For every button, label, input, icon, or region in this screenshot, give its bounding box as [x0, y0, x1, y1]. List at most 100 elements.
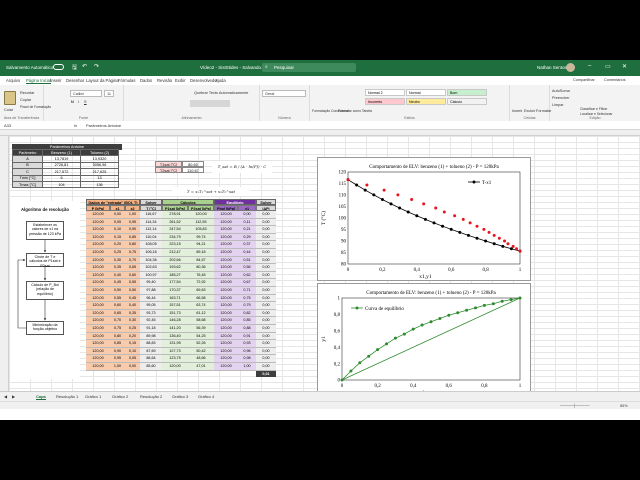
- table-cell[interactable]: 0,62: [238, 271, 256, 280]
- table-cell[interactable]: 151,73: [162, 309, 188, 318]
- table-cell[interactable]: 120,00: [214, 309, 238, 318]
- table-cell[interactable]: 99,74: [188, 233, 214, 242]
- t2sat-value[interactable]: 110,67: [182, 167, 204, 173]
- next-sheet-icon[interactable]: ▶: [12, 394, 15, 399]
- table-cell[interactable]: 120,00: [214, 302, 238, 310]
- table-cell[interactable]: 0,15: [110, 233, 125, 242]
- table-cell[interactable]: 0,20: [125, 332, 140, 341]
- table-cell[interactable]: 120,00: [86, 302, 110, 310]
- table-cell[interactable]: 108,05: [140, 241, 162, 249]
- table-cell[interactable]: 0,90: [125, 226, 140, 234]
- table-cell[interactable]: 0,25: [125, 325, 140, 333]
- objective-total[interactable]: 0,01: [256, 370, 276, 377]
- table-cell[interactable]: 0,00: [256, 317, 276, 325]
- table-cell[interactable]: 0,60: [110, 302, 125, 310]
- table-cell[interactable]: 88,83: [140, 340, 162, 348]
- table-cell[interactable]: 0,00: [256, 340, 276, 348]
- table-cell[interactable]: 0,75: [110, 325, 125, 333]
- table-cell[interactable]: 0,67: [238, 279, 256, 287]
- table-cell[interactable]: 223,15: [162, 241, 188, 249]
- table-cell[interactable]: 0,71: [238, 287, 256, 295]
- table-cell[interactable]: 202,66: [162, 256, 188, 265]
- table-cell[interactable]: 0,85: [110, 340, 125, 348]
- table-cell[interactable]: 0,00: [256, 347, 276, 356]
- table-cell[interactable]: 120,00: [214, 226, 238, 234]
- table-cell[interactable]: 0,00: [256, 264, 276, 272]
- antoine-cell[interactable]: 104: [42, 180, 81, 189]
- table-cell[interactable]: 72,92: [188, 279, 214, 287]
- table-cell[interactable]: 116,67: [140, 211, 162, 219]
- table-cell[interactable]: 120,00: [86, 355, 110, 363]
- table-cell[interactable]: 0,95: [125, 218, 140, 227]
- antoine-cell[interactable]: 136: [80, 180, 119, 189]
- table-cell[interactable]: 0,00: [256, 309, 276, 318]
- table-cell[interactable]: 120,00: [86, 226, 110, 234]
- table-cell[interactable]: 146,28: [162, 317, 188, 325]
- table-cell[interactable]: 63,74: [188, 302, 214, 310]
- table-cell[interactable]: 0,00: [256, 256, 276, 265]
- table-cell[interactable]: 66,58: [188, 294, 214, 303]
- table-cell[interactable]: 120,00: [86, 340, 110, 348]
- table-cell[interactable]: 110,04: [140, 233, 162, 242]
- table-cell[interactable]: 120,00: [86, 218, 110, 227]
- table-cell[interactable]: 99,40: [140, 279, 162, 287]
- table-cell[interactable]: 0,95: [110, 355, 125, 363]
- sheet-tab-4[interactable]: Resolução 2: [140, 394, 162, 399]
- table-cell[interactable]: 120,00: [214, 287, 238, 295]
- table-cell[interactable]: 120,00: [214, 233, 238, 242]
- table-cell[interactable]: 120,00: [86, 294, 110, 303]
- table-cell[interactable]: 0,29: [238, 233, 256, 242]
- table-cell[interactable]: 54,25: [188, 332, 214, 341]
- table-cell[interactable]: 114,34: [140, 218, 162, 227]
- table-cell[interactable]: 120,00: [214, 363, 238, 371]
- table-cell[interactable]: 0,35: [125, 309, 140, 318]
- table-cell[interactable]: 120,00: [214, 340, 238, 348]
- table-cell[interactable]: 157,51: [162, 302, 188, 310]
- table-cell[interactable]: 120,00: [86, 309, 110, 318]
- table-cell[interactable]: 120,00: [214, 264, 238, 272]
- table-cell[interactable]: 89,18: [188, 249, 214, 257]
- table-cell[interactable]: 120,00: [214, 332, 238, 341]
- sheet-tab-5[interactable]: Gráfico 3: [172, 394, 188, 399]
- table-cell[interactable]: 120,00: [86, 287, 110, 295]
- table-cell[interactable]: 120,00: [86, 241, 110, 249]
- antoine-cell[interactable]: Tmax [°C]: [12, 180, 43, 189]
- table-cell[interactable]: 0,79: [238, 302, 256, 310]
- table-cell[interactable]: 0,00: [256, 226, 276, 234]
- table-cell[interactable]: 0,98: [238, 355, 256, 363]
- table-cell[interactable]: 76,45: [188, 271, 214, 280]
- table-cell[interactable]: 0,00: [256, 233, 276, 242]
- table-cell[interactable]: 0,10: [110, 226, 125, 234]
- table-cell[interactable]: 105,83: [188, 226, 214, 234]
- table-cell[interactable]: 1,00: [238, 363, 256, 371]
- table-cell[interactable]: 120,00: [86, 233, 110, 242]
- table-cell[interactable]: 120,00: [188, 211, 214, 219]
- table-cell[interactable]: 120,00: [86, 256, 110, 265]
- table-cell[interactable]: 85,60: [140, 363, 162, 371]
- chart-temperature[interactable]: Comportamento de ELV: benzeno (1) + tolu…: [317, 157, 531, 281]
- table-cell[interactable]: 0,15: [125, 340, 140, 348]
- table-cell[interactable]: 120,00: [86, 332, 110, 341]
- table-cell[interactable]: 185,27: [162, 271, 188, 280]
- table-cell[interactable]: 0,45: [110, 279, 125, 287]
- table-cell[interactable]: 1,00: [110, 363, 125, 371]
- table-cell[interactable]: 112,55: [188, 218, 214, 227]
- table-cell[interactable]: 0,00: [256, 355, 276, 363]
- table-cell[interactable]: 247,54: [162, 226, 188, 234]
- sheet-tab-1[interactable]: Resolução 1: [56, 394, 78, 399]
- table-cell[interactable]: 0,00: [256, 271, 276, 280]
- table-cell[interactable]: 0,56: [238, 264, 256, 272]
- table-cell[interactable]: 0,35: [110, 264, 125, 272]
- table-cell[interactable]: 120,00: [86, 325, 110, 333]
- table-cell[interactable]: 106,16: [140, 249, 162, 257]
- table-cell[interactable]: 0,44: [238, 249, 256, 257]
- table-cell[interactable]: 52,26: [188, 340, 214, 348]
- table-cell[interactable]: 104,36: [140, 256, 162, 265]
- table-cell[interactable]: 0,96: [238, 347, 256, 356]
- table-cell[interactable]: 93,73: [140, 309, 162, 318]
- table-cell[interactable]: 0,00: [256, 363, 276, 371]
- table-cell[interactable]: 96,44: [140, 294, 162, 303]
- table-cell[interactable]: 0,20: [110, 241, 125, 249]
- table-cell[interactable]: 80,36: [188, 264, 214, 272]
- table-cell[interactable]: 0,91: [238, 332, 256, 341]
